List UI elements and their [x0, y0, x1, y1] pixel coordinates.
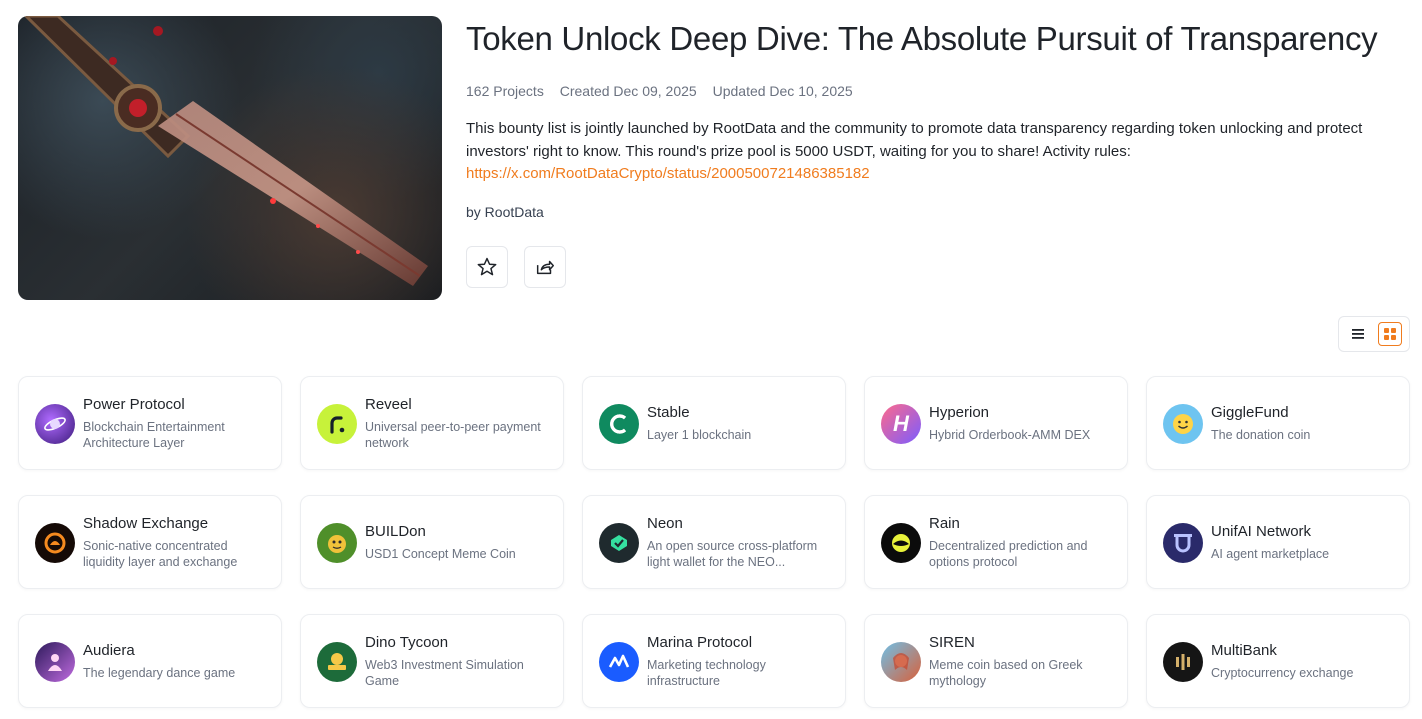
- reveel-logo: [317, 404, 357, 444]
- project-name: Power Protocol: [83, 395, 185, 413]
- project-desc: USD1 Concept Meme Coin: [365, 546, 516, 561]
- share-button[interactable]: [524, 246, 566, 288]
- project-card[interactable]: MultiBank Cryptocurrency exchange: [1146, 614, 1410, 708]
- project-name: MultiBank: [1211, 641, 1277, 659]
- updated-date: Updated Dec 10, 2025: [712, 83, 853, 99]
- project-desc: An open source cross-platform light wall…: [647, 538, 818, 569]
- project-name: UnifAI Network: [1211, 522, 1312, 540]
- project-card[interactable]: Rain Decentralized prediction and options…: [864, 495, 1128, 589]
- project-desc: Universal peer-to-peer payment network: [365, 419, 541, 450]
- shadow-exchange-logo: [35, 523, 75, 563]
- description: This bounty list is jointly launched by …: [466, 118, 1396, 186]
- project-card[interactable]: GiggleFund The donation coin: [1146, 376, 1410, 470]
- project-name: Rain: [929, 514, 960, 532]
- share-icon: [536, 260, 554, 275]
- project-desc: Sonic-native concentrated liquidity laye…: [83, 538, 238, 569]
- neon-logo: [599, 523, 639, 563]
- activity-rules-link[interactable]: https://x.com/RootDataCrypto/status/2000…: [466, 163, 1396, 186]
- project-name: Audiera: [83, 641, 135, 659]
- description-text: This bounty list is jointly launched by …: [466, 120, 1363, 160]
- project-card[interactable]: H Hyperion Hybrid Orderbook-AMM DEX: [864, 376, 1128, 470]
- project-card[interactable]: Marina Protocol Marketing technology infr…: [582, 614, 846, 708]
- project-card[interactable]: Audiera The legendary dance game: [18, 614, 282, 708]
- project-card[interactable]: Shadow Exchange Sonic-native concentrated…: [18, 495, 282, 589]
- project-desc: Hybrid Orderbook-AMM DEX: [929, 427, 1091, 442]
- star-icon: [477, 257, 497, 276]
- project-card[interactable]: Power Protocol Blockchain Entertainment A…: [18, 376, 282, 470]
- project-card[interactable]: Stable Layer 1 blockchain: [582, 376, 846, 470]
- unifai-network-logo: [1163, 523, 1203, 563]
- gigglefund-logo: [1163, 404, 1203, 444]
- audiera-logo: [35, 642, 75, 682]
- siren-logo: [881, 642, 921, 682]
- sword-illustration: [23, 16, 428, 286]
- grid-view-button[interactable]: [1378, 322, 1402, 346]
- project-desc: The legendary dance game: [83, 665, 236, 680]
- project-desc: The donation coin: [1211, 427, 1311, 442]
- project-desc: Meme coin based on Greek mythology: [929, 657, 1083, 688]
- project-desc: Web3 Investment Simulation Game: [365, 657, 524, 688]
- multibank-logo: [1163, 642, 1203, 682]
- buildon-logo: [317, 523, 357, 563]
- project-name: GiggleFund: [1211, 403, 1289, 421]
- list-view-icon: [1352, 329, 1364, 339]
- marina-protocol-logo: [599, 642, 639, 682]
- stable-logo: [599, 404, 639, 444]
- hyperion-logo: H: [881, 404, 921, 444]
- view-toggle: [1338, 316, 1410, 352]
- project-name: Marina Protocol: [647, 633, 753, 651]
- project-card[interactable]: SIREN Meme coin based on Greek mythology: [864, 614, 1128, 708]
- project-name: Stable: [647, 403, 690, 421]
- project-name: BUILDon: [365, 522, 426, 540]
- favorite-button[interactable]: [466, 246, 508, 288]
- list-view-button[interactable]: [1346, 322, 1370, 346]
- project-card[interactable]: BUILDon USD1 Concept Meme Coin: [300, 495, 564, 589]
- project-desc: Decentralized prediction and options pro…: [929, 538, 1088, 569]
- author-byline: by RootData: [466, 204, 544, 220]
- project-card[interactable]: UnifAI Network AI agent marketplace: [1146, 495, 1410, 589]
- project-name: SIREN: [929, 633, 975, 651]
- page-title: Token Unlock Deep Dive: The Absolute Pur…: [466, 20, 1378, 57]
- projects-count: 162 Projects: [466, 83, 544, 99]
- dino-tycoon-logo: [317, 642, 357, 682]
- project-desc: Cryptocurrency exchange: [1211, 665, 1354, 680]
- grid-view-icon: [1384, 328, 1396, 340]
- project-desc: Blockchain Entertainment Architecture La…: [83, 419, 225, 450]
- project-card[interactable]: Reveel Universal peer-to-peer payment net…: [300, 376, 564, 470]
- rain-logo: [881, 523, 921, 563]
- project-name: Shadow Exchange: [83, 514, 209, 532]
- cover-image: [18, 16, 442, 300]
- project-name: Reveel: [365, 395, 412, 413]
- project-name: Neon: [647, 514, 683, 532]
- project-card[interactable]: Dino Tycoon Web3 Investment Simulation Ga…: [300, 614, 564, 708]
- power-protocol-logo: [35, 404, 75, 444]
- list-meta: 162 Projects Created Dec 09, 2025 Update…: [466, 83, 865, 99]
- project-name: Hyperion: [929, 403, 990, 421]
- project-desc: Layer 1 blockchain: [647, 427, 752, 442]
- project-name: Dino Tycoon: [365, 633, 449, 651]
- created-date: Created Dec 09, 2025: [559, 83, 697, 99]
- project-card[interactable]: Neon An open source cross-platform light …: [582, 495, 846, 589]
- project-desc: Marketing technology infrastructure: [647, 657, 766, 688]
- project-desc: AI agent marketplace: [1211, 546, 1330, 561]
